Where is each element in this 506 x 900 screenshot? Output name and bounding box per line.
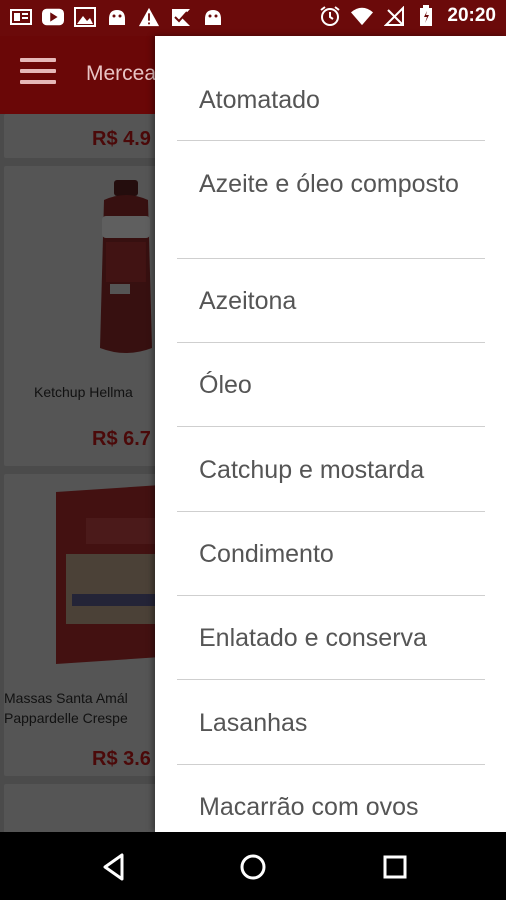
recents-icon[interactable] xyxy=(380,852,410,882)
image-icon xyxy=(74,6,96,28)
drawer-item-label: Azeitona xyxy=(199,287,297,315)
battery-icon xyxy=(415,5,437,27)
category-drawer: Atomatado Azeite e óleo composto Azeiton… xyxy=(155,36,506,832)
signal-icon xyxy=(383,5,405,27)
divider xyxy=(177,426,485,427)
system-icons: 20:20 xyxy=(319,5,496,27)
drawer-scrim[interactable] xyxy=(0,114,155,832)
home-icon[interactable] xyxy=(238,852,268,882)
status-bar: 20:20 xyxy=(0,0,506,36)
notification-icons xyxy=(10,6,224,28)
drawer-item-label: Enlatado e conserva xyxy=(199,624,427,652)
divider xyxy=(177,595,485,596)
drawer-item-label: Macarrão com ovos xyxy=(199,793,419,821)
divider xyxy=(177,140,485,141)
divider xyxy=(177,764,485,765)
check-icon xyxy=(170,6,192,28)
clock: 20:20 xyxy=(447,5,496,26)
drawer-item-label: Condimento xyxy=(199,540,334,568)
warning-icon xyxy=(138,6,160,28)
divider xyxy=(177,679,485,680)
drawer-item-label: Lasanhas xyxy=(199,709,308,737)
drawer-item-label: Azeite e óleo composto xyxy=(199,170,459,198)
divider xyxy=(177,511,485,512)
android-icon xyxy=(202,6,224,28)
drawer-item-label: Atomatado xyxy=(199,86,320,114)
drawer-item-label: Catchup e mostarda xyxy=(199,456,425,484)
notification-icon xyxy=(10,6,32,28)
drawer-item-label: Óleo xyxy=(199,371,252,399)
menu-icon[interactable] xyxy=(20,58,56,90)
alarm-icon xyxy=(319,5,341,27)
app-title: Mercea xyxy=(86,62,157,85)
back-icon[interactable] xyxy=(100,852,130,882)
divider xyxy=(177,342,485,343)
youtube-icon xyxy=(42,6,64,28)
wifi-icon xyxy=(351,5,374,27)
divider xyxy=(177,258,485,259)
system-nav-bar xyxy=(0,832,506,900)
android-icon xyxy=(106,6,128,28)
